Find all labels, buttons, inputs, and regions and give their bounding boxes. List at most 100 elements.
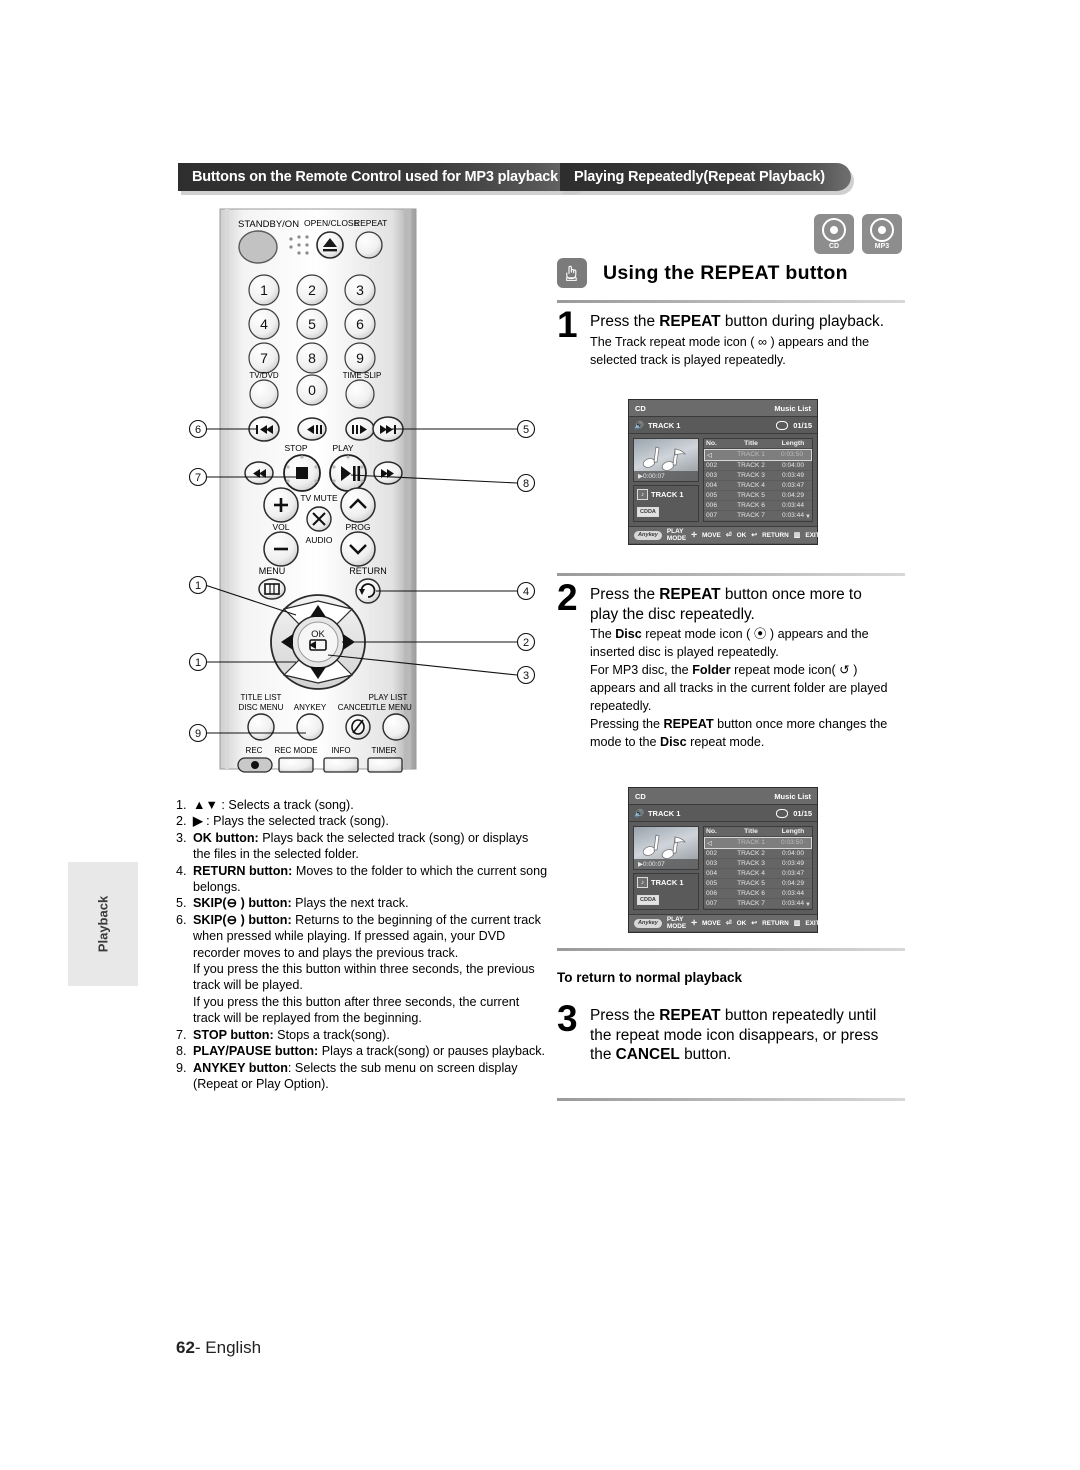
svg-text:8: 8 xyxy=(308,350,316,366)
rec-mode-button xyxy=(278,757,314,773)
svg-text:INFO: INFO xyxy=(331,746,350,755)
table-row[interactable]: 002 TRACK 2 0:04:00 xyxy=(704,849,812,859)
osd-source: CD xyxy=(635,791,646,801)
col-title: Title xyxy=(744,828,758,835)
row-title: TRACK 6 xyxy=(737,890,765,897)
standby-button xyxy=(238,230,278,264)
osd-format-badge: CDDA xyxy=(637,895,659,905)
col-length: Length xyxy=(781,440,805,447)
ok-enter-icon: ⏎ xyxy=(725,532,732,539)
osd-ok: OK xyxy=(736,531,747,539)
osd-format-badge: CDDA xyxy=(637,507,659,517)
program-down-button xyxy=(340,531,376,567)
svg-text:STANDBY/ON: STANDBY/ON xyxy=(238,219,299,230)
scroll-down-icon[interactable]: ▼ xyxy=(805,514,811,520)
cd-disc-icon xyxy=(822,217,846,242)
table-row[interactable]: 006 TRACK 6 0:03:44 xyxy=(704,889,812,899)
step-3-lead-line-3: the CANCEL button. xyxy=(590,1046,732,1063)
svg-text:REC MODE: REC MODE xyxy=(274,746,317,755)
program-up-button xyxy=(340,487,376,523)
album-art-thumbnail: ▶ 0:00:07 xyxy=(633,438,699,482)
badge-mp3: MP3 xyxy=(862,214,902,254)
table-row[interactable]: ◁ TRACK 1 0:03:50 xyxy=(704,837,812,849)
osd-track-card: ♪ TRACK 1 CDDA xyxy=(633,873,699,910)
media-badges: CD MP3 xyxy=(814,214,902,254)
hand-press-icon xyxy=(557,258,587,288)
osd-play-mode: PLAY MODE xyxy=(666,528,687,542)
remote-control-svg: STANDBY/ON OPEN/CLOSE REPEAT 1 2 3 4 5 6… xyxy=(188,208,536,773)
osd-card-track: TRACK 1 xyxy=(651,490,684,499)
legend-number: 1. xyxy=(176,798,187,812)
table-row[interactable]: 005 TRACK 5 0:04:29 xyxy=(704,879,812,889)
anykey-pill[interactable]: Anykey xyxy=(634,918,662,928)
scroll-down-icon[interactable]: ▼ xyxy=(805,902,811,908)
anykey-pill[interactable]: Anykey xyxy=(634,530,662,540)
row-title: TRACK 4 xyxy=(737,482,765,489)
table-row[interactable]: 007 TRACK 7 0:03:44 xyxy=(704,899,812,909)
table-row[interactable]: 005 TRACK 5 0:04:29 xyxy=(704,491,812,501)
list-item: 3. OK button: Plays back the selected tra… xyxy=(176,830,548,863)
svg-text:2: 2 xyxy=(523,637,529,649)
osd-move: MOVE xyxy=(701,531,721,539)
exit-menu-icon: ▥ xyxy=(793,920,801,927)
table-row[interactable]: 004 TRACK 4 0:03:47 xyxy=(704,869,812,879)
svg-text:PROG: PROG xyxy=(345,522,370,532)
anykey-button xyxy=(296,713,324,741)
badge-cd: CD xyxy=(814,214,854,254)
osd-screenshot-disc-repeat: CD Music List 🔊 TRACK 1 01/15 ▶ 0:00:07 … xyxy=(628,787,820,933)
mp3-disc-icon xyxy=(870,217,894,242)
list-item: 5. SKIP(⊖ ) button: Plays the next track. xyxy=(176,895,548,911)
step-1-body-line-2: selected track is played repeatedly. xyxy=(590,352,786,367)
cd-mini-icon xyxy=(776,420,789,430)
svg-text:5: 5 xyxy=(523,424,529,436)
step-1-lead-a: Press the xyxy=(590,313,660,330)
return-arrow-icon: ↩ xyxy=(751,532,758,539)
step-2-lead-line-1: Press the REPEAT button once more to xyxy=(590,586,862,603)
step-3-lead: Press the REPEAT button repeatedly until… xyxy=(590,1006,905,1065)
col-no: No. xyxy=(706,440,717,447)
move-cross-icon: ✛ xyxy=(691,920,697,927)
step-2-body-line-4: appears and all tracks in the current fo… xyxy=(590,681,888,695)
bottom-rule xyxy=(557,1098,905,1101)
svg-text:PLAY LIST: PLAY LIST xyxy=(369,693,408,702)
table-header-row: No. Title Length xyxy=(704,827,812,837)
note-badge-icon: ♪ xyxy=(637,877,648,888)
row-no: 004 xyxy=(706,870,718,877)
table-row[interactable]: 006 TRACK 6 0:03:44 xyxy=(704,501,812,511)
normal-playback-rule xyxy=(557,948,905,951)
speaker-icon: 🔊 xyxy=(634,808,644,818)
legend-text: ▲▼ : Selects a track (song). xyxy=(193,798,354,812)
table-row[interactable]: ◁ TRACK 1 0:03:50 xyxy=(704,449,812,461)
table-row[interactable]: 004 TRACK 4 0:03:47 xyxy=(704,481,812,491)
list-item: 9. ANYKEY button: Selects the sub menu on… xyxy=(176,1060,548,1093)
osd-counter-group: 01/15 xyxy=(776,420,812,430)
banner-left-label: Buttons on the Remote Control used for M… xyxy=(192,169,559,185)
step-3-lead-line-2: the repeat mode icon disappears, or pres… xyxy=(590,1026,879,1044)
row-length: 0:03:49 xyxy=(782,472,804,479)
svg-text:AUDIO: AUDIO xyxy=(306,535,333,545)
osd-track-table: No. Title Length ◁ TRACK 1 0:03:50 002 TRAC… xyxy=(703,826,813,910)
osd-elapsed-value: 0:00:07 xyxy=(643,472,665,480)
svg-text:TIMER: TIMER xyxy=(372,746,397,755)
table-row[interactable]: 003 TRACK 3 0:03:49 xyxy=(704,859,812,869)
svg-text:0: 0 xyxy=(308,382,316,398)
svg-text:6: 6 xyxy=(195,424,201,436)
table-row[interactable]: 007 TRACK 7 0:03:44 xyxy=(704,511,812,521)
step-2-body-line-6: Pressing the REPEAT button once more cha… xyxy=(590,717,888,731)
step-2-body: The Disc repeat mode icon ( ⦿ ) appears … xyxy=(590,626,905,751)
menu-button xyxy=(258,578,286,600)
page-footer: 62- English xyxy=(176,1338,261,1358)
table-row[interactable]: 003 TRACK 3 0:03:49 xyxy=(704,471,812,481)
legend-text: PLAY/PAUSE button: Plays a track(song) o… xyxy=(193,1044,546,1059)
col-title: Title xyxy=(744,440,758,447)
osd-exit: EXIT xyxy=(805,531,820,539)
table-row[interactable]: 002 TRACK 2 0:04:00 xyxy=(704,461,812,471)
step-1: 1 Press the REPEAT button during playbac… xyxy=(557,306,905,370)
step-2-rule xyxy=(557,573,905,576)
legend-number: 3. xyxy=(176,830,187,845)
album-art-thumbnail: ▶ 0:00:07 xyxy=(633,826,699,870)
step-2-body-line-5: repeatedly. xyxy=(590,699,652,713)
list-item: 7. STOP button: Stops a track(song). xyxy=(176,1027,548,1043)
row-no: 003 xyxy=(706,472,718,479)
row-length: 0:04:00 xyxy=(782,462,804,469)
